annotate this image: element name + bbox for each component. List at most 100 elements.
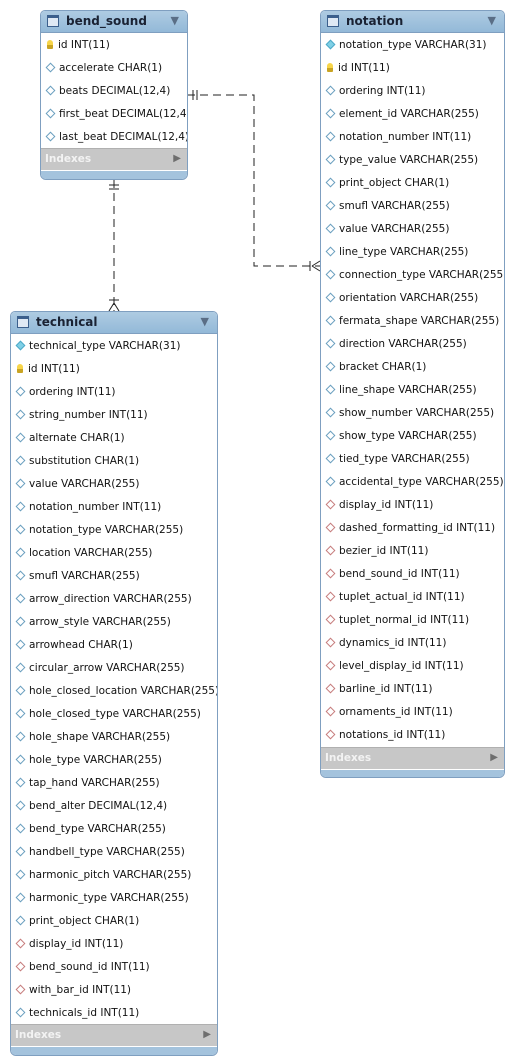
column-label: harmonic_type VARCHAR(255) (29, 892, 189, 904)
column-label: substitution CHAR(1) (29, 455, 140, 467)
column-row[interactable]: technicals_id INT(11) (15, 1003, 139, 1023)
column-row[interactable]: handbell_type VARCHAR(255) (15, 842, 185, 862)
column-row[interactable]: notation_number INT(11) (325, 127, 471, 147)
column-label: hole_type VARCHAR(255) (29, 754, 162, 766)
table-header[interactable]: notation ▼ (321, 11, 504, 33)
column-row[interactable]: notation_number INT(11) (15, 497, 161, 517)
column-row[interactable]: id INT(11) (15, 359, 80, 379)
column-row[interactable]: accelerate CHAR(1) (45, 58, 162, 78)
column-row[interactable]: bend_alter DECIMAL(12,4) (15, 796, 167, 816)
column-diamond-icon (15, 685, 26, 696)
column-row[interactable]: type_value VARCHAR(255) (325, 150, 478, 170)
expand-arrow-icon[interactable]: ▶ (203, 1029, 211, 1040)
table-technical[interactable]: technical ▼ technical_type VARCHAR(31) id… (10, 311, 218, 1056)
collapse-arrow-icon[interactable]: ▼ (171, 14, 179, 27)
column-row[interactable]: barline_id INT(11) (325, 679, 432, 699)
column-diamond-icon (15, 777, 26, 788)
table-notation[interactable]: notation ▼ notation_type VARCHAR(31) id I… (320, 10, 505, 778)
column-row[interactable]: bend_sound_id INT(11) (325, 564, 460, 584)
column-row[interactable]: circular_arrow VARCHAR(255) (15, 658, 185, 678)
column-row[interactable]: hole_shape VARCHAR(255) (15, 727, 170, 747)
column-row[interactable]: orientation VARCHAR(255) (325, 288, 478, 308)
expand-arrow-icon[interactable]: ▶ (490, 752, 498, 763)
column-row[interactable]: display_id INT(11) (15, 934, 123, 954)
column-row[interactable]: value VARCHAR(255) (15, 474, 139, 494)
column-row[interactable]: string_number INT(11) (15, 405, 148, 425)
column-row[interactable]: substitution CHAR(1) (15, 451, 139, 471)
column-row[interactable]: location VARCHAR(255) (15, 543, 152, 563)
column-row[interactable]: level_display_id INT(11) (325, 656, 464, 676)
column-row[interactable]: arrow_direction VARCHAR(255) (15, 589, 192, 609)
column-row[interactable]: tuplet_normal_id INT(11) (325, 610, 469, 630)
column-row[interactable]: tied_type VARCHAR(255) (325, 449, 470, 469)
column-row[interactable]: harmonic_type VARCHAR(255) (15, 888, 189, 908)
column-row[interactable]: value VARCHAR(255) (325, 219, 449, 239)
column-row[interactable]: bend_sound_id INT(11) (15, 957, 150, 977)
collapse-arrow-icon[interactable]: ▼ (201, 315, 209, 328)
column-diamond-icon (15, 570, 26, 581)
column-row[interactable]: bracket CHAR(1) (325, 357, 426, 377)
column-row[interactable]: hole_type VARCHAR(255) (15, 750, 162, 770)
column-label: line_type VARCHAR(255) (339, 246, 469, 258)
column-row[interactable]: display_id INT(11) (325, 495, 433, 515)
column-row[interactable]: arrow_style VARCHAR(255) (15, 612, 171, 632)
column-row[interactable]: ordering INT(11) (325, 81, 426, 101)
column-row[interactable]: hole_closed_location VARCHAR(255) (15, 681, 217, 701)
column-row[interactable]: id INT(11) (45, 35, 110, 55)
column-row[interactable]: print_object CHAR(1) (325, 173, 449, 193)
column-diamond-icon (325, 476, 336, 487)
column-label: bezier_id INT(11) (339, 545, 429, 557)
column-row[interactable]: id INT(11) (325, 58, 390, 78)
column-label: value VARCHAR(255) (339, 223, 450, 235)
column-row[interactable]: tuplet_actual_id INT(11) (325, 587, 465, 607)
column-row[interactable]: harmonic_pitch VARCHAR(255) (15, 865, 191, 885)
collapse-arrow-icon[interactable]: ▼ (488, 14, 496, 27)
column-label: accelerate CHAR(1) (59, 62, 163, 74)
column-row[interactable]: element_id VARCHAR(255) (325, 104, 479, 124)
column-row[interactable]: beats DECIMAL(12,4) (45, 81, 170, 101)
column-row[interactable]: hole_closed_type VARCHAR(255) (15, 704, 201, 724)
table-header[interactable]: bend_sound ▼ (41, 11, 187, 33)
indexes-section[interactable]: Indexes ▶ (41, 148, 187, 170)
indexes-section[interactable]: Indexes ▶ (11, 1024, 217, 1046)
relation-bend-sound-notation (187, 94, 320, 267)
column-row[interactable]: with_bar_id INT(11) (15, 980, 131, 1000)
column-row[interactable]: bend_type VARCHAR(255) (15, 819, 166, 839)
column-row[interactable]: alternate CHAR(1) (15, 428, 125, 448)
column-row[interactable]: print_object CHAR(1) (15, 911, 139, 931)
column-row[interactable]: first_beat DECIMAL(12,4) (45, 104, 187, 124)
column-row[interactable]: tap_hand VARCHAR(255) (15, 773, 160, 793)
column-label: display_id INT(11) (339, 499, 434, 511)
indexes-section[interactable]: Indexes ▶ (321, 747, 504, 769)
column-row[interactable]: show_number VARCHAR(255) (325, 403, 494, 423)
table-bend-sound[interactable]: bend_sound ▼ id INT(11) accelerate CHAR(1… (40, 10, 188, 180)
column-row[interactable]: notation_type VARCHAR(31) (325, 35, 487, 55)
column-row[interactable]: accidental_type VARCHAR(255) (325, 472, 504, 492)
column-row[interactable]: smufl VARCHAR(255) (325, 196, 450, 216)
column-label: notation_type VARCHAR(31) (339, 39, 487, 51)
column-row[interactable]: dynamics_id INT(11) (325, 633, 446, 653)
foreign-key-diamond-icon (15, 961, 26, 972)
expand-arrow-icon[interactable]: ▶ (173, 153, 181, 164)
column-row[interactable]: smufl VARCHAR(255) (15, 566, 140, 586)
column-row[interactable]: arrowhead CHAR(1) (15, 635, 133, 655)
column-row[interactable]: direction VARCHAR(255) (325, 334, 467, 354)
column-row[interactable]: connection_type VARCHAR(255) (325, 265, 504, 285)
column-row[interactable]: ornaments_id INT(11) (325, 702, 453, 722)
table-header[interactable]: technical ▼ (11, 312, 217, 334)
column-row[interactable]: notation_type VARCHAR(255) (15, 520, 183, 540)
column-label: dynamics_id INT(11) (339, 637, 447, 649)
column-row[interactable]: bezier_id INT(11) (325, 541, 428, 561)
column-diamond-icon (325, 154, 336, 165)
column-row[interactable]: notations_id INT(11) (325, 725, 445, 745)
column-row[interactable]: fermata_shape VARCHAR(255) (325, 311, 499, 331)
column-row[interactable]: line_type VARCHAR(255) (325, 242, 468, 262)
column-row[interactable]: show_type VARCHAR(255) (325, 426, 477, 446)
column-diamond-icon (325, 430, 336, 441)
column-row[interactable]: ordering INT(11) (15, 382, 116, 402)
column-row[interactable]: technical_type VARCHAR(31) (15, 336, 180, 356)
primary-key-icon (17, 364, 23, 373)
column-row[interactable]: line_shape VARCHAR(255) (325, 380, 477, 400)
column-row[interactable]: dashed_formatting_id INT(11) (325, 518, 495, 538)
column-row[interactable]: last_beat DECIMAL(12,4) (45, 127, 187, 147)
